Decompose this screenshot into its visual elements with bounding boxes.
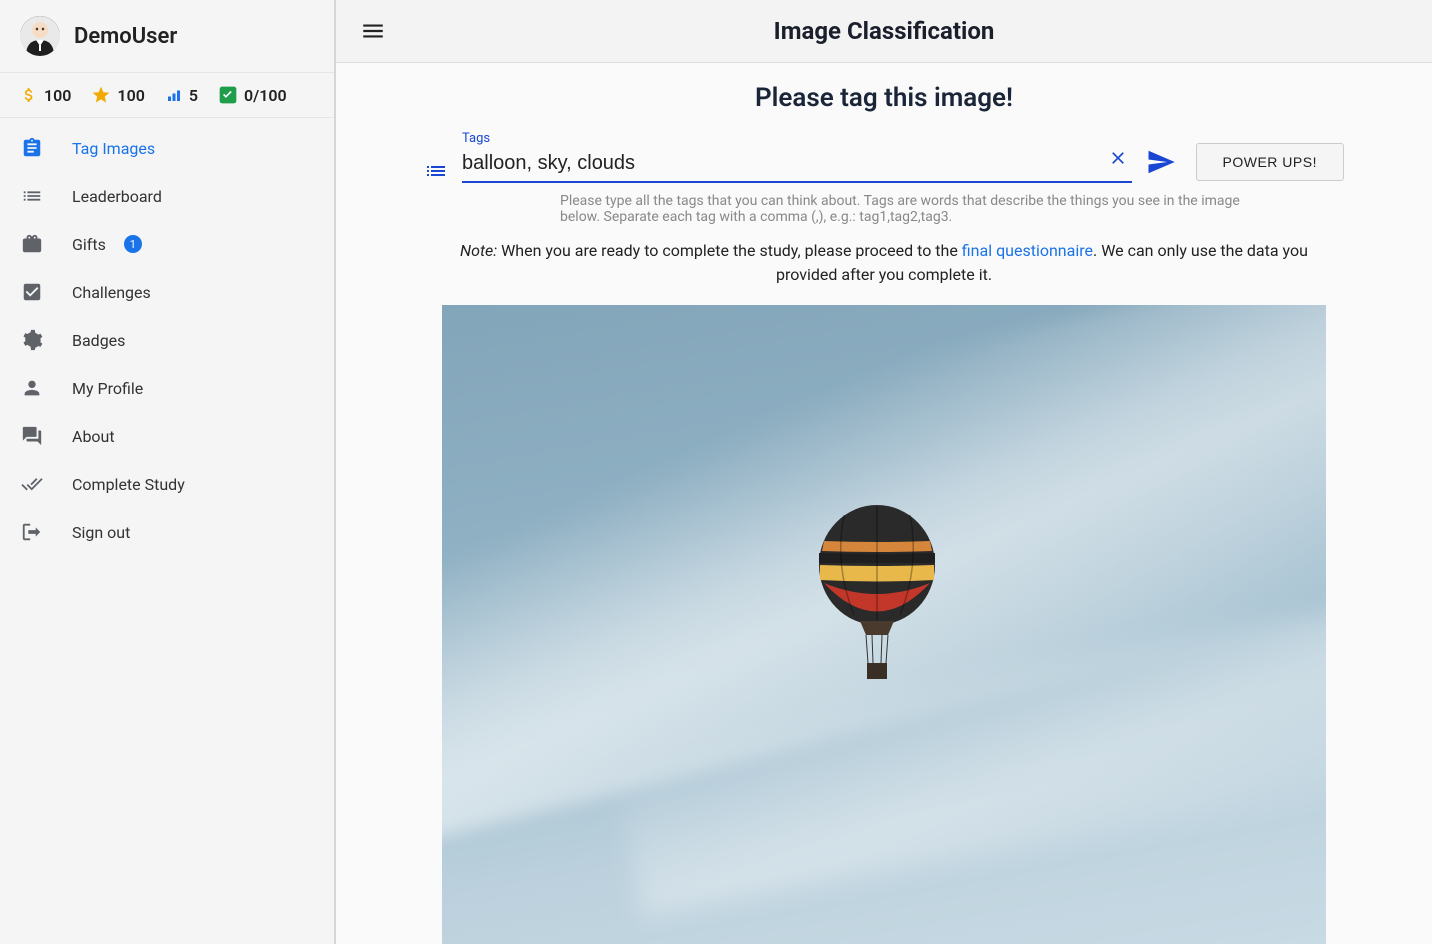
sidebar-item-label: About <box>72 427 115 446</box>
sidebar-item-sign-out[interactable]: Sign out <box>0 508 334 556</box>
balloon-graphic <box>812 505 942 709</box>
sidebar-item-label: Gifts <box>72 235 106 254</box>
stars-value: 100 <box>117 86 144 105</box>
sidebar-nav: Tag Images Leaderboard Gifts 1 Challenge… <box>0 118 334 556</box>
tags-helper: Please type all the tags that you can th… <box>524 193 1244 225</box>
coins-value: 100 <box>44 86 71 105</box>
study-note: Note: When you are ready to complete the… <box>444 239 1324 287</box>
stats-row: 100 100 5 0/100 <box>0 73 334 118</box>
note-prefix: Note: <box>460 241 497 260</box>
clipboard-icon <box>20 136 44 160</box>
person-icon <box>20 376 44 400</box>
sidebar-item-label: Complete Study <box>72 475 185 494</box>
level-value: 5 <box>189 86 198 105</box>
sidebar-item-complete-study[interactable]: Complete Study <box>0 460 334 508</box>
stat-stars: 100 <box>91 85 144 105</box>
clear-icon[interactable] <box>1108 148 1128 173</box>
tag-row: Tags POWER UPS! <box>424 131 1344 183</box>
list-icon <box>20 184 44 208</box>
sidebar-item-gifts[interactable]: Gifts 1 <box>0 220 334 268</box>
check-badge-icon <box>218 85 238 105</box>
sidebar-item-leaderboard[interactable]: Leaderboard <box>0 172 334 220</box>
power-ups-button[interactable]: POWER UPS! <box>1196 143 1344 181</box>
sidebar-item-label: My Profile <box>72 379 143 398</box>
stat-coins: 100 <box>20 86 71 105</box>
send-icon[interactable] <box>1146 147 1176 183</box>
gifts-badge: 1 <box>124 235 142 253</box>
task-image <box>442 305 1326 944</box>
done-all-icon <box>20 472 44 496</box>
logout-icon <box>20 520 44 544</box>
tag-list-icon[interactable] <box>424 159 448 183</box>
sidebar-item-about[interactable]: About <box>0 412 334 460</box>
main: Image Classification Please tag this ima… <box>336 0 1432 944</box>
sidebar-item-challenges[interactable]: Challenges <box>0 268 334 316</box>
tags-input[interactable] <box>462 148 1132 183</box>
topbar: Image Classification <box>336 0 1432 63</box>
sidebar-item-label: Leaderboard <box>72 187 162 206</box>
page-title: Image Classification <box>774 17 995 45</box>
checkbox-icon <box>20 280 44 304</box>
tags-label: Tags <box>462 131 1132 146</box>
gear-icon <box>20 328 44 352</box>
sidebar-item-my-profile[interactable]: My Profile <box>0 364 334 412</box>
sidebar: DemoUser 100 100 5 0/100 <box>0 0 336 944</box>
coin-icon <box>20 86 38 104</box>
sidebar-item-label: Tag Images <box>72 139 155 158</box>
stat-level: 5 <box>165 86 198 105</box>
chat-icon <box>20 424 44 448</box>
tag-field: Tags <box>462 131 1132 183</box>
stat-progress: 0/100 <box>218 85 287 105</box>
username: DemoUser <box>74 24 177 49</box>
sidebar-header: DemoUser <box>0 0 334 73</box>
sidebar-item-badges[interactable]: Badges <box>0 316 334 364</box>
sidebar-item-tag-images[interactable]: Tag Images <box>0 124 334 172</box>
avatar[interactable] <box>20 16 60 56</box>
star-icon <box>91 85 111 105</box>
bars-icon <box>165 86 183 104</box>
final-questionnaire-link[interactable]: final questionnaire <box>962 241 1093 260</box>
hamburger-icon[interactable] <box>360 18 386 44</box>
sidebar-item-label: Challenges <box>72 283 151 302</box>
sidebar-item-label: Sign out <box>72 523 130 542</box>
content-title: Please tag this image! <box>755 83 1013 113</box>
gift-icon <box>20 232 44 256</box>
content: Please tag this image! Tags POWER UPS! P… <box>336 63 1432 944</box>
note-text-1: When you are ready to complete the study… <box>497 241 962 260</box>
sidebar-item-label: Badges <box>72 331 125 350</box>
progress-value: 0/100 <box>244 86 287 105</box>
